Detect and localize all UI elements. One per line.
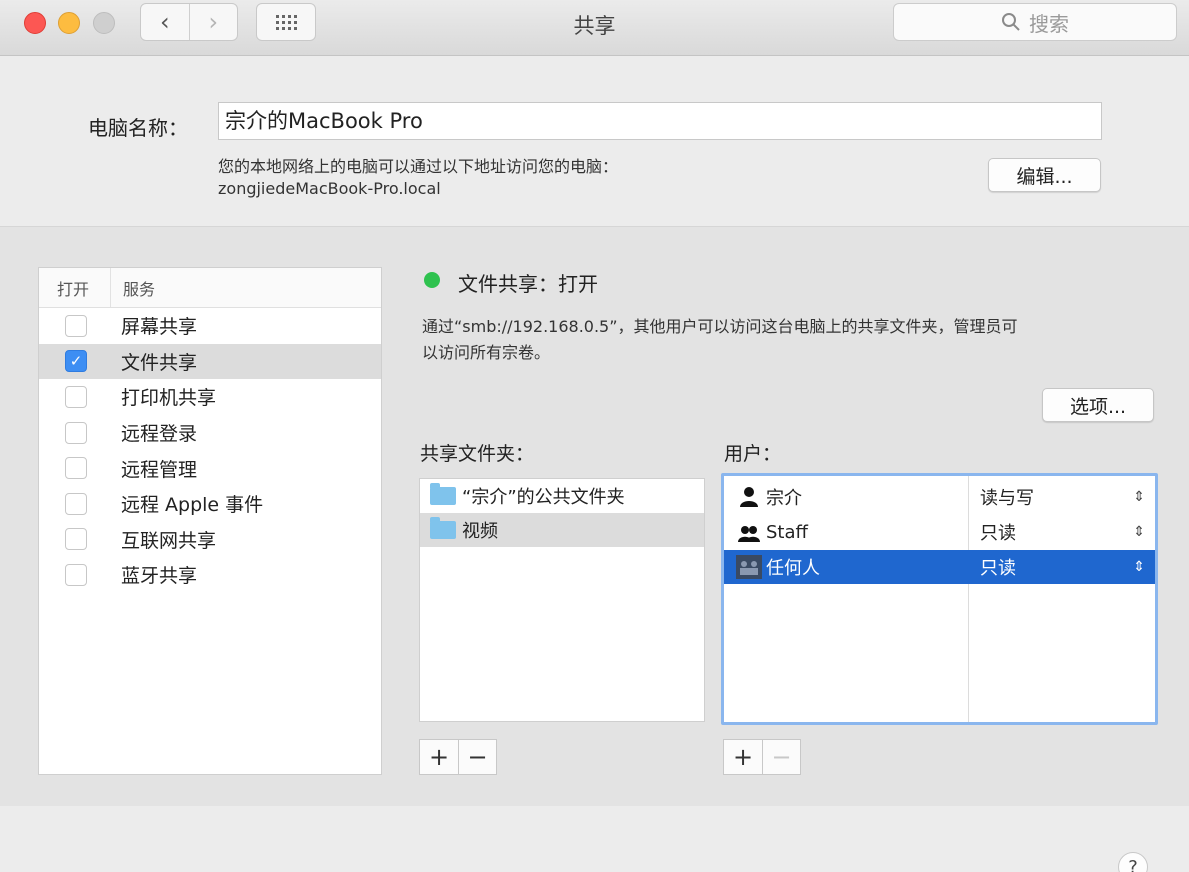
service-checkbox[interactable]: [65, 421, 87, 444]
service-row[interactable]: 打印机共享: [39, 379, 381, 415]
options-button[interactable]: 选项...: [1042, 388, 1154, 422]
service-description: 通过“smb://192.168.0.5”，其他用户可以访问这台电脑上的共享文件…: [422, 317, 1018, 336]
service-checkbox[interactable]: [65, 563, 87, 586]
service-description-cont: 以访问所有宗卷。: [422, 343, 551, 362]
service-checkbox[interactable]: [65, 528, 87, 551]
status-indicator: [424, 272, 440, 288]
service-label: 远程登录: [121, 423, 198, 446]
service-row[interactable]: 互联网共享: [39, 522, 381, 558]
user-row[interactable]: 任何人 只读 ⇕: [724, 550, 1155, 584]
user-row[interactable]: Staff 只读 ⇕: [724, 515, 1155, 549]
minus-icon: −: [771, 743, 792, 771]
plus-icon: +: [732, 743, 754, 771]
permission-popup[interactable]: 只读 ⇕: [968, 554, 1155, 580]
shared-folders-label: 共享文件夹：: [420, 443, 535, 465]
service-checkbox[interactable]: [65, 385, 87, 408]
permission-value: 读与写: [980, 488, 1034, 509]
address-hint: 您的本地网络上的电脑可以通过以下地址访问您的电脑：: [218, 157, 619, 176]
user-name: 任何人: [766, 558, 820, 579]
service-row[interactable]: 屏幕共享: [39, 308, 381, 344]
service-status: 文件共享：打开: [458, 272, 598, 296]
computer-name-panel: [0, 56, 1189, 226]
service-row[interactable]: 远程 Apple 事件: [39, 486, 381, 522]
service-label: 互联网共享: [121, 529, 217, 552]
user-cell: Staff: [724, 520, 968, 544]
computer-name-input[interactable]: 宗介的MacBook Pro: [218, 102, 1102, 140]
everyone-icon: [736, 555, 762, 579]
users-list[interactable]: 宗介 读与写 ⇕ Staff 只读 ⇕ 任何人 只读 ⇕: [721, 473, 1158, 725]
permission-value: 只读: [980, 523, 1016, 544]
updown-arrows-icon: ⇕: [1133, 524, 1145, 540]
add-user-button[interactable]: +: [724, 740, 762, 774]
service-label: 打印机共享: [121, 387, 217, 410]
service-label: 远程 Apple 事件: [121, 494, 264, 517]
column-header-service[interactable]: 服务: [111, 276, 155, 300]
service-checkbox[interactable]: [65, 492, 87, 515]
user-name: 宗介: [766, 488, 802, 509]
service-label: 文件共享: [121, 351, 198, 374]
title-bar: ‹ › 共享 搜索: [0, 0, 1189, 56]
group-icon: [736, 520, 762, 544]
user-name: Staff: [766, 521, 808, 543]
users-label: 用户：: [724, 443, 782, 465]
help-button[interactable]: ?: [1118, 852, 1148, 872]
folder-name: “宗介”的公共文件夹: [462, 487, 625, 508]
local-address: zongjiedeMacBook-Pro.local: [218, 179, 441, 198]
service-checkbox[interactable]: [65, 314, 87, 337]
service-label: 远程管理: [121, 458, 198, 481]
service-label: 蓝牙共享: [121, 565, 198, 588]
folder-row[interactable]: 视频: [420, 513, 704, 547]
service-checkbox[interactable]: ✓: [65, 350, 87, 373]
user-cell: 任何人: [724, 554, 968, 580]
question-icon: ?: [1128, 856, 1138, 872]
search-icon: [1002, 13, 1020, 31]
remove-folder-button[interactable]: −: [458, 740, 496, 774]
remove-user-button[interactable]: −: [762, 740, 800, 774]
user-row[interactable]: 宗介 读与写 ⇕: [724, 480, 1155, 514]
shared-folders-list[interactable]: “宗介”的公共文件夹 视频: [419, 478, 705, 722]
services-header: 打开 服务: [39, 268, 381, 308]
user-cell: 宗介: [724, 484, 968, 510]
folder-row[interactable]: “宗介”的公共文件夹: [420, 479, 704, 513]
updown-arrows-icon: ⇕: [1133, 559, 1145, 575]
computer-name-label: 电脑名称：: [88, 116, 188, 140]
permission-popup[interactable]: 只读 ⇕: [968, 519, 1155, 545]
folder-icon: [430, 483, 456, 505]
service-row[interactable]: ✓ 文件共享: [39, 343, 381, 380]
service-checkbox[interactable]: [65, 457, 87, 480]
plus-icon: +: [428, 743, 450, 771]
edit-button[interactable]: 编辑...: [988, 158, 1101, 192]
search-placeholder: 搜索: [1029, 11, 1069, 36]
add-folder-button[interactable]: +: [420, 740, 458, 774]
service-row[interactable]: 远程登录: [39, 415, 381, 451]
service-row[interactable]: 远程管理: [39, 450, 381, 486]
column-header-on[interactable]: 打开: [39, 268, 111, 307]
minus-icon: −: [467, 743, 488, 771]
folder-icon: [430, 517, 456, 539]
user-icon: [736, 485, 762, 509]
checkmark-icon: ✓: [69, 352, 83, 371]
services-list: 打开 服务 屏幕共享 ✓ 文件共享打印机共享远程登录远程管理远程 Apple 事件互…: [38, 267, 382, 775]
user-add-remove: + −: [723, 739, 801, 775]
permission-popup[interactable]: 读与写 ⇕: [968, 484, 1155, 510]
search-field[interactable]: 搜索: [893, 3, 1177, 41]
service-row[interactable]: 蓝牙共享: [39, 557, 381, 593]
folder-name: 视频: [462, 521, 498, 542]
updown-arrows-icon: ⇕: [1133, 489, 1145, 505]
service-label: 屏幕共享: [121, 316, 198, 339]
folder-add-remove: + −: [419, 739, 497, 775]
permission-value: 只读: [980, 558, 1016, 579]
